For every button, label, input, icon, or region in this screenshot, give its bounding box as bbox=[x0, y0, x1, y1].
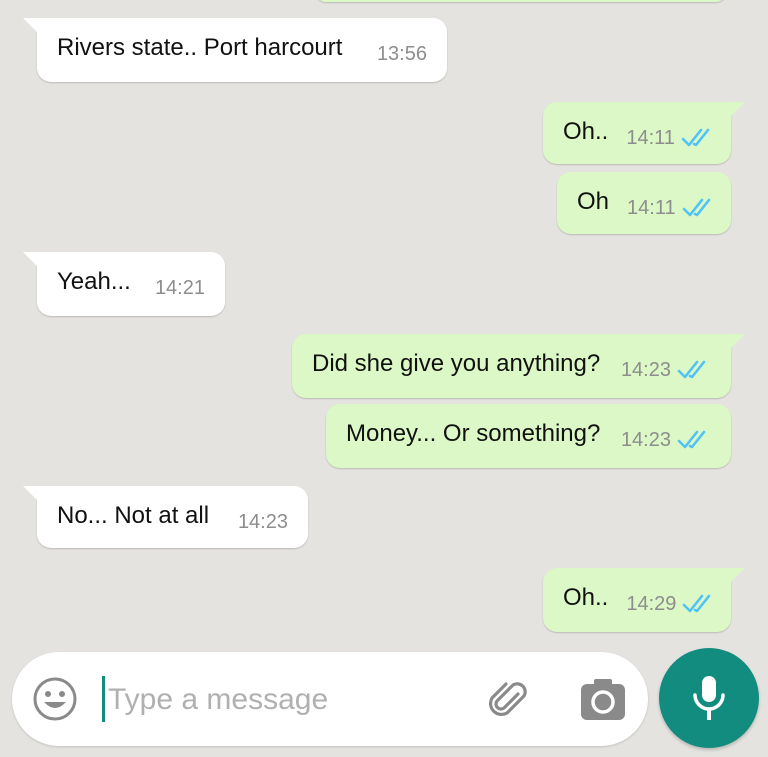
message-time: 14:23 bbox=[620, 429, 671, 451]
message-time: 14:23 bbox=[620, 359, 671, 381]
message-text: Rivers state.. Port harcourt bbox=[57, 34, 343, 61]
message-text: Oh.. bbox=[563, 118, 609, 145]
read-ticks-icon bbox=[677, 360, 706, 379]
microphone-icon bbox=[693, 676, 725, 720]
message-meta: 14:11 bbox=[608, 126, 715, 150]
previous-message-bubble bbox=[316, 0, 726, 2]
read-ticks-icon bbox=[681, 128, 710, 147]
outgoing-message[interactable]: Did she give you anything? 14:23 bbox=[292, 334, 745, 398]
read-ticks-icon bbox=[677, 430, 706, 449]
outgoing-message[interactable]: Oh 14:11 bbox=[557, 172, 731, 234]
camera-icon[interactable] bbox=[578, 676, 628, 722]
message-text: Oh bbox=[577, 188, 610, 215]
message-meta: 14:23 bbox=[603, 358, 711, 382]
message-input[interactable]: Type a message bbox=[108, 682, 328, 718]
message-text: No... Not at all bbox=[57, 502, 210, 529]
message-meta: 14:23 bbox=[220, 510, 288, 534]
message-list[interactable]: Rivers state.. Port harcourt 13:56 Oh.. … bbox=[0, 0, 768, 650]
message-meta: 14:23 bbox=[603, 428, 711, 452]
emoji-icon[interactable] bbox=[32, 676, 78, 722]
message-time: 14:21 bbox=[154, 277, 205, 299]
message-time: 14:11 bbox=[626, 127, 675, 149]
microphone-button[interactable] bbox=[659, 648, 759, 748]
message-text: Oh.. bbox=[563, 584, 609, 611]
message-meta: 13:56 bbox=[359, 42, 427, 66]
incoming-message[interactable]: No... Not at all 14:23 bbox=[23, 486, 308, 548]
message-text: Yeah... bbox=[57, 268, 131, 295]
outgoing-message[interactable]: Money... Or something? 14:23 bbox=[326, 404, 731, 468]
message-time: 13:56 bbox=[376, 43, 427, 65]
message-composer: Type a message bbox=[12, 652, 648, 746]
outgoing-message[interactable]: Oh.. 14:11 bbox=[543, 102, 745, 164]
incoming-message[interactable]: Yeah... 14:21 bbox=[23, 252, 225, 316]
read-ticks-icon bbox=[682, 198, 710, 217]
message-meta: 14:29 bbox=[608, 592, 716, 616]
message-time: 14:23 bbox=[237, 511, 288, 533]
paperclip-icon[interactable] bbox=[484, 676, 534, 726]
text-cursor bbox=[102, 676, 105, 722]
outgoing-message[interactable]: Oh.. 14:29 bbox=[543, 568, 745, 632]
message-meta: 14:21 bbox=[137, 276, 205, 300]
incoming-message[interactable]: Rivers state.. Port harcourt 13:56 bbox=[23, 18, 447, 82]
message-text: Did she give you anything? bbox=[312, 350, 601, 377]
message-text: Money... Or something? bbox=[346, 420, 601, 447]
message-time: 14:29 bbox=[626, 593, 677, 615]
message-time: 14:11 bbox=[627, 197, 676, 219]
message-meta: 14:11 bbox=[609, 196, 716, 220]
read-ticks-icon bbox=[683, 594, 711, 613]
